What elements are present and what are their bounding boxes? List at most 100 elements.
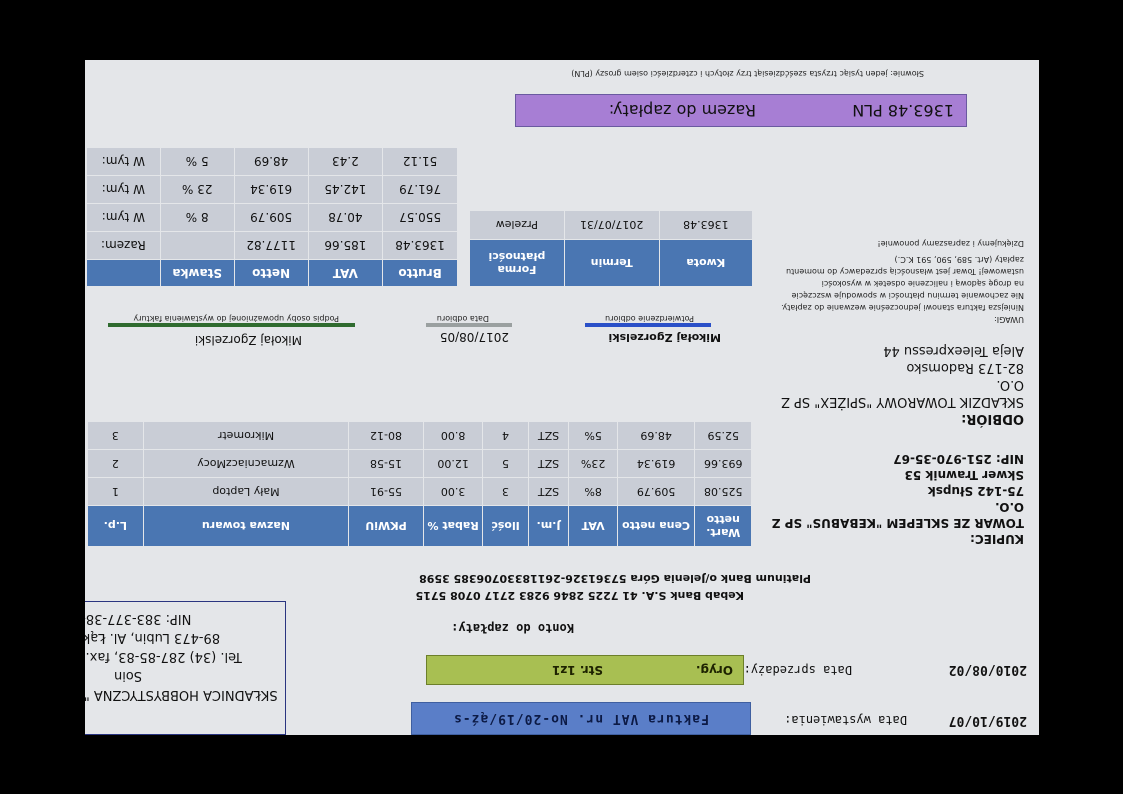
seller-line: 89-473 Lubin, Al. Łąkowa 51 xyxy=(85,630,221,645)
buyer-line: 75-142 Słupsk xyxy=(927,484,1024,498)
recipient-block: ODBIÓR: SKŁADZIK TOWAROWY "SPIŻEX" SP Z … xyxy=(781,342,1024,427)
cell: 5 % xyxy=(160,147,235,176)
col-header: Rabat % xyxy=(423,505,483,547)
items-header-row: Wart. netto Cena netto VAT J.m. Ilość Ra… xyxy=(87,505,752,547)
col-header: J.m. xyxy=(528,505,569,547)
invoice-page: SKŁADNICA HOBBYSTYCZNA "AGATUX" Hanna So… xyxy=(85,60,1039,735)
cell xyxy=(160,231,235,260)
cell: Mały Laptop xyxy=(143,477,349,506)
table-row: 1363.48 185.66 1177.82 Razem: xyxy=(86,231,458,260)
receiver-caption: Potwierdzenie odbioru xyxy=(605,314,694,323)
issuer-name: Mikołaj Zgorzelski xyxy=(194,333,302,347)
receiver-signature-line xyxy=(585,323,711,327)
notes-line: Dziękujemy i zapraszamy ponownie! xyxy=(877,239,1024,248)
issue-date-label: Data wystawienia: xyxy=(784,713,907,727)
bank-label: Konto do zapłaty: xyxy=(451,621,574,635)
cell: 693.66 xyxy=(694,449,752,478)
issue-date: 2019/10/07 xyxy=(948,713,1027,728)
seller-line: SKŁADNICA HOBBYSTYCZNA "AGATUX" Hanna xyxy=(85,687,278,702)
buyer-line: O.O. xyxy=(995,500,1024,514)
recipient-line: 82-173 Radomsko xyxy=(906,360,1024,375)
cell: 1 xyxy=(87,477,144,506)
buyer-header: KUPIEC: xyxy=(970,532,1024,546)
cell: 40.78 xyxy=(308,203,383,232)
col-header: VAT xyxy=(569,505,618,547)
cell: 52.59 xyxy=(694,421,752,450)
notes-block: UWAGI: Niniejsza faktura stanowi jednocz… xyxy=(781,237,1024,325)
cell: 5% xyxy=(569,421,618,450)
recipient-line: Aleja Teleexpressu 44 xyxy=(883,343,1024,358)
cell: 761.79 xyxy=(382,175,458,204)
cell: 2 xyxy=(87,449,144,478)
cell: 2017/07/31 xyxy=(564,210,660,240)
cell: 8.00 xyxy=(423,421,483,450)
col-header: Brutto xyxy=(382,259,458,287)
cell: 1363.48 xyxy=(382,231,458,260)
total-amount: 1363.48 PLN xyxy=(852,101,954,120)
col-header: L.p. xyxy=(87,505,144,547)
cell: 51.12 xyxy=(382,147,458,176)
total-in-words: Słownie: jeden tysiąc trzysta sześćdzies… xyxy=(571,69,924,78)
col-header: Forma płatności xyxy=(469,239,565,287)
cell: 23 % xyxy=(160,175,235,204)
issuer-caption: Podpis osoby upoważnionej do wystawienia… xyxy=(133,314,339,323)
cell: WzmacniaczMocy xyxy=(143,449,349,478)
cell: 55-91 xyxy=(348,477,424,506)
table-row: 1363.48 2017/07/31 Przelew xyxy=(469,210,753,240)
buyer-line: TOWAR ZE SKLEPEM "KEBABUS" SP Z xyxy=(771,516,1024,530)
cell: 4 xyxy=(483,421,529,450)
cell: 525.08 xyxy=(694,477,752,506)
payment-header-row: Kwota Termin Forma płatności xyxy=(469,239,753,287)
recipient-line: SKŁADZIK TOWAROWY "SPIŻEX" SP Z xyxy=(781,394,1024,409)
seller-nip: NIP: 383-377-38-31 xyxy=(85,611,192,626)
col-header: Wart. netto xyxy=(694,505,752,547)
notes-line: Nie zachowanie terminu płatności w spowo… xyxy=(791,291,1024,300)
cell: 8 % xyxy=(160,203,235,232)
table-row: 761.79 142.45 619.34 23 % W tym: xyxy=(86,175,458,204)
cell: SZT xyxy=(528,449,569,478)
cell: 2.43 xyxy=(308,147,383,176)
table-row: 693.66 619.34 23% SZT 5 12.00 15-58 Wzma… xyxy=(87,449,752,478)
col-header: Stawka xyxy=(160,259,235,287)
original-label: Oryg. xyxy=(695,663,733,677)
seller-line: Tel. (34) 287-85-83, fax. 227-93-37 xyxy=(85,649,242,664)
total-label: Razem do zapłaty: xyxy=(608,101,756,120)
summary-header-row: Brutto VAT Netto Stawka xyxy=(86,259,458,287)
summary-table: Brutto VAT Netto Stawka 1363.48 185.66 1… xyxy=(86,147,458,287)
table-row: 51.12 2.43 48.69 5 % W tym: xyxy=(86,147,458,176)
cell: 12.00 xyxy=(423,449,483,478)
col-header: PKWiU xyxy=(348,505,424,547)
cell: 1177.82 xyxy=(234,231,309,260)
invoice-title: Faktura VAT nr. No-20/19/ąź-s xyxy=(411,702,751,735)
sale-date-label: Data sprzedaży: xyxy=(743,663,852,677)
notes-line: na drogę sądową i naliczenie odsetek w w… xyxy=(821,279,1024,288)
receipt-date: 2017/08/05 xyxy=(439,330,509,344)
cell: 8% xyxy=(569,477,618,506)
cell: W tym: xyxy=(86,175,161,204)
notes-line: ustawowej! Towar jest własnością sprzeda… xyxy=(786,267,1024,276)
col-header: Cena netto xyxy=(617,505,695,547)
table-row: 52.59 48.69 5% SZT 4 8.00 80-12 Mikromet… xyxy=(87,421,752,450)
cell: 5 xyxy=(483,449,529,478)
col-header: Kwota xyxy=(659,239,753,287)
cell: W tym: xyxy=(86,203,161,232)
cell: 142.45 xyxy=(308,175,383,204)
cell: SZT xyxy=(528,477,569,506)
buyer-block: KUPIEC: TOWAR ZE SKLEPEM "KEBABUS" SP Z … xyxy=(772,451,1024,547)
cell: Razem: xyxy=(86,231,161,260)
cell: 15-58 xyxy=(348,449,424,478)
cell: 80-12 xyxy=(348,421,424,450)
page-label: Str. 1z1 xyxy=(551,663,603,677)
col-header: Ilość xyxy=(483,505,529,547)
cell: 550.57 xyxy=(382,203,458,232)
receipt-date-line xyxy=(426,323,512,327)
items-table: Wart. netto Cena netto VAT J.m. Ilość Ra… xyxy=(87,421,752,547)
cell: 48.69 xyxy=(617,421,695,450)
col-header: VAT xyxy=(308,259,383,287)
cell: 1363.48 xyxy=(659,210,753,240)
cell: W tym: xyxy=(86,147,161,176)
notes-line: Niniejsza faktura stanowi jednocześnie w… xyxy=(781,303,1024,312)
issuer-signature-line xyxy=(108,323,355,327)
cell: 509.79 xyxy=(617,477,695,506)
buyer-nip: NIP: 251-970-35-67 xyxy=(893,452,1024,466)
